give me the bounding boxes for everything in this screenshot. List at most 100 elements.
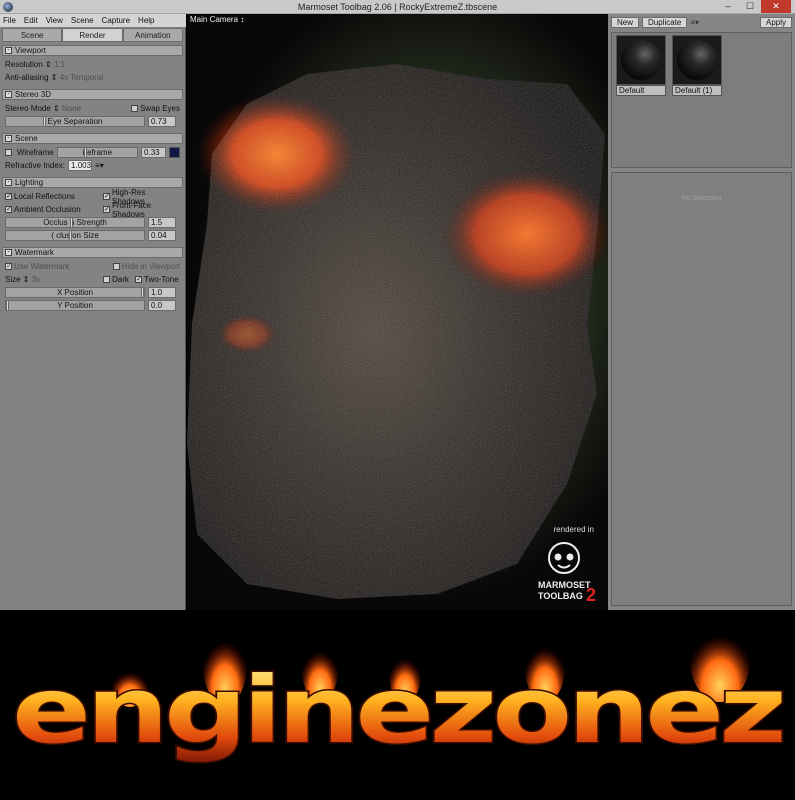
material-name: Default (616, 85, 666, 96)
ambient-occlusion-label: Ambient Occlusion (14, 205, 81, 214)
window-controls: – ☐ ✕ (717, 0, 791, 13)
material-name: Default (1) (672, 85, 722, 96)
menu-edit[interactable]: Edit (24, 16, 38, 25)
dropdown-arrow-icon: ⇕ (50, 104, 62, 113)
window-title: Marmoset Toolbag 2.06 | RockyExtremeZ.tb… (297, 2, 498, 12)
occlusion-size-slider[interactable]: ( clusion Size (5, 230, 145, 241)
minimize-button[interactable]: – (717, 0, 739, 13)
material-default[interactable]: Default (616, 35, 668, 99)
viewport-section-header[interactable]: - Viewport (2, 45, 183, 56)
collapse-icon: - (5, 249, 12, 257)
wireframe-checkbox[interactable] (5, 149, 12, 156)
3d-viewport[interactable]: Main Camera ↕ rendered in MARMOSET TOOLB… (187, 14, 608, 610)
watermark-section: - Watermark ✓ Use Watermark Hide in Viewp… (2, 247, 183, 314)
eye-separation-input[interactable]: 0.73 (148, 116, 176, 127)
material-library: Default Default (1) (611, 32, 792, 168)
ambient-occlusion-checkbox[interactable]: ✓ (5, 206, 12, 213)
apply-material-button[interactable]: Apply (759, 16, 792, 28)
anti-aliasing-select[interactable]: 4x Temporal (60, 73, 103, 82)
dark-checkbox[interactable] (103, 276, 110, 283)
dropdown-arrow-icon: ⇕ (48, 73, 60, 82)
anti-aliasing-label: Anti-aliasing (5, 73, 49, 82)
wireframe-input[interactable]: 0.33 (141, 147, 167, 158)
panel-tabs: Scene Render Animation (2, 28, 183, 42)
material-preview-sphere (672, 35, 722, 85)
use-watermark-checkbox[interactable]: ✓ (5, 263, 12, 270)
y-position-slider[interactable]: Y Position (5, 300, 145, 311)
occlusion-strength-input[interactable]: 1.5 (148, 217, 176, 228)
high-res-shadows-checkbox[interactable]: ✓ (103, 193, 110, 200)
material-preview-sphere (616, 35, 666, 85)
viewport-section: - Viewport Resolution ⇕ 1:1 Anti-aliasing… (2, 45, 183, 86)
stereo-mode-select[interactable]: None (62, 104, 81, 113)
no-selection-label: No Selection (681, 195, 722, 202)
lighting-section-header[interactable]: - Lighting (2, 177, 183, 188)
x-position-input[interactable]: 1.0 (148, 287, 176, 298)
slider-handle[interactable] (70, 218, 73, 227)
y-position-input[interactable]: 0.0 (148, 300, 176, 311)
slider-handle[interactable] (141, 288, 144, 297)
occlusion-size-input[interactable]: 0.04 (148, 230, 176, 241)
resolution-select[interactable]: 1:1 (54, 60, 65, 69)
materials-panel: New Duplicate ≡▾ Apply Default Default (… (608, 14, 795, 610)
menu-capture[interactable]: Capture (102, 16, 130, 25)
hide-in-viewport-label: Hide in Viewport (121, 262, 180, 271)
occlusion-strength-slider[interactable]: Occlus n Strength (5, 217, 145, 228)
menu-scene[interactable]: Scene (71, 16, 94, 25)
swap-eyes-checkbox[interactable] (130, 105, 138, 112)
slider-handle[interactable] (6, 301, 9, 310)
lighting-section: - Lighting ✓ Local Reflections ✓ High-Res… (2, 177, 183, 244)
resolution-label: Resolution (5, 60, 43, 69)
rock-model (187, 64, 608, 599)
wireframe-slider[interactable]: ireframe (56, 147, 139, 158)
local-reflections-label: Local Reflections (14, 192, 75, 201)
title-bar: Marmoset Toolbag 2.06 | RockyExtremeZ.tb… (0, 0, 795, 14)
camera-select[interactable]: Main Camera ↕ (190, 15, 244, 24)
hide-in-viewport-checkbox[interactable] (112, 263, 120, 270)
size-select[interactable]: 3x (32, 275, 40, 284)
menu-file[interactable]: File (3, 16, 16, 25)
new-material-button[interactable]: New (611, 16, 640, 28)
slider-handle[interactable] (83, 148, 87, 157)
tab-render[interactable]: Render (62, 28, 123, 42)
collapse-icon: - (5, 91, 12, 99)
watermark-section-header[interactable]: - Watermark (2, 247, 183, 258)
menu-help[interactable]: Help (138, 16, 154, 25)
wireframe-color-swatch[interactable] (169, 147, 180, 158)
flame-banner: enginezonez (0, 610, 795, 800)
list-icon[interactable]: ≡▾ (690, 18, 699, 27)
eye-separation-slider[interactable]: Eye Separation (5, 116, 145, 127)
material-default-1[interactable]: Default (1) (672, 35, 724, 99)
refractive-index-input[interactable]: 1.003 (68, 160, 93, 171)
duplicate-material-button[interactable]: Duplicate (642, 16, 688, 28)
two-tone-label: Two-Tone (144, 275, 179, 284)
x-position-slider[interactable]: X Position (5, 287, 145, 298)
rendered-in-label: rendered in (553, 525, 594, 534)
list-icon[interactable]: ≡▾ (95, 161, 104, 170)
close-button[interactable]: ✕ (761, 0, 791, 13)
use-watermark-label: Use Watermark (14, 262, 70, 271)
collapse-icon: - (5, 179, 12, 187)
slider-handle[interactable] (43, 117, 46, 126)
menu-bar: File Edit View Scene Capture Help (0, 14, 186, 27)
stereo-section: - Stereo 3D Stereo Mode ⇕ None Swap Eyes … (2, 89, 183, 130)
scene-section-header[interactable]: - Scene (2, 133, 183, 144)
material-properties: No Selection (611, 172, 792, 606)
stereo-mode-label: Stereo Mode (5, 104, 51, 113)
refractive-index-label: Refractive Index: (5, 161, 66, 170)
two-tone-checkbox[interactable]: ✓ (135, 276, 142, 283)
stereo-section-header[interactable]: - Stereo 3D (2, 89, 183, 100)
swap-eyes-label: Swap Eyes (139, 104, 180, 113)
tab-scene[interactable]: Scene (2, 28, 63, 42)
local-reflections-checkbox[interactable]: ✓ (5, 193, 12, 200)
menu-view[interactable]: View (46, 16, 63, 25)
collapse-icon: - (5, 47, 12, 55)
logo-number: 2 (586, 585, 596, 604)
maximize-button[interactable]: ☐ (739, 0, 761, 13)
slider-handle[interactable] (69, 231, 72, 240)
tab-animation[interactable]: Animation (122, 28, 183, 42)
scene-section: - Scene Wireframe ireframe 0.33 Refractiv… (2, 133, 183, 174)
logo-text-line2: TOOLBAG (538, 591, 583, 601)
flame-logo-image: enginezonez (11, 618, 788, 766)
front-face-shadows-checkbox[interactable]: ✓ (103, 206, 110, 213)
